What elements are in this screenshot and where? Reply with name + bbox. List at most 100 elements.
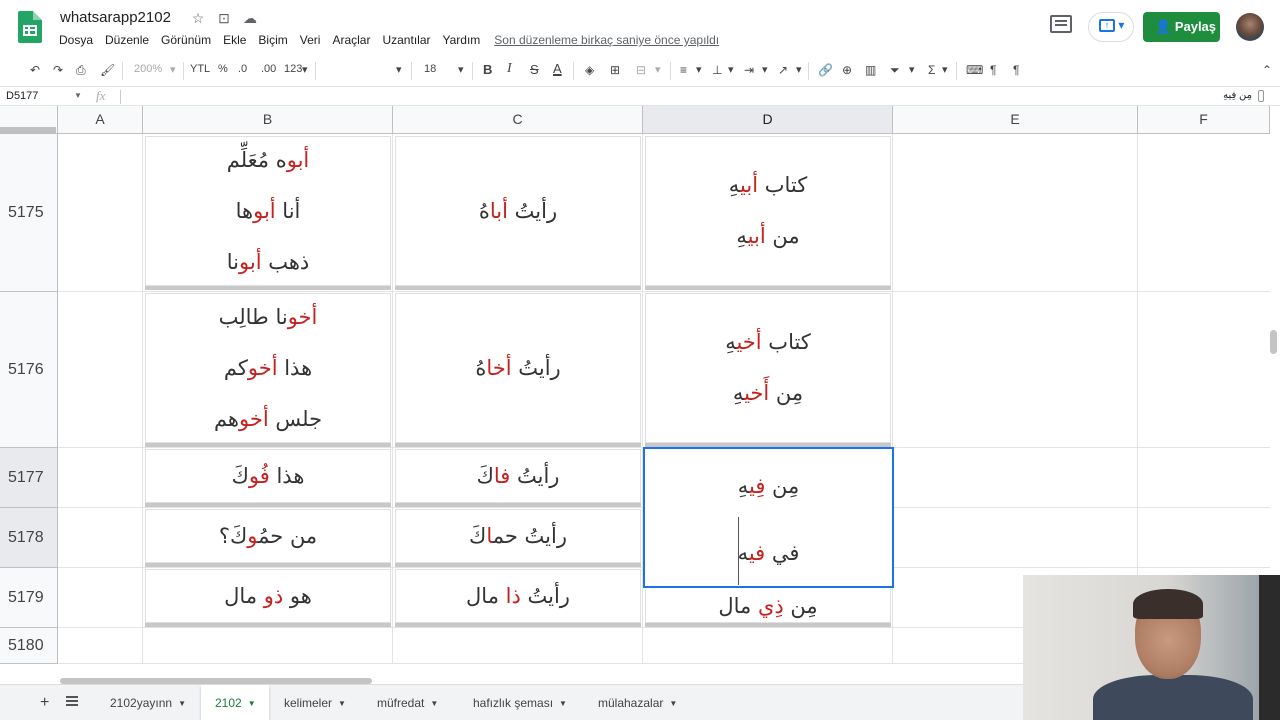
sheet-tab-2102yayinn[interactable]: 2102yayınn ▼ [96, 685, 200, 720]
column-header-b[interactable]: B [143, 106, 393, 134]
cell-c5177[interactable]: رأيتُ فاكَ [395, 449, 641, 503]
cloud-icon[interactable]: ☁ [242, 10, 258, 27]
folder-move-icon[interactable]: ⊡ [216, 10, 232, 27]
paint-format-icon[interactable]: 🖌 [100, 63, 115, 77]
text-wrap-icon[interactable]: ⇥ [744, 63, 754, 77]
column-header-c[interactable]: C [393, 106, 643, 134]
row-header-5176[interactable]: 5176 [0, 292, 58, 448]
select-all-corner[interactable] [0, 106, 58, 134]
sheet-tab-2102[interactable]: 2102 ▼ [201, 685, 269, 720]
last-edit-link[interactable]: Son düzenleme birkaç saniye önce yapıldı [494, 33, 719, 47]
ltr-icon[interactable]: ¶ [990, 63, 996, 77]
chevron-down-icon: ▾ [796, 64, 802, 76]
cell-d5177-editing[interactable]: مِن فِيهِ في فيه [645, 449, 892, 587]
comment-icon[interactable] [1050, 15, 1072, 33]
cell-b5178[interactable]: من حمُوكَ؟ [145, 509, 391, 563]
formula-input[interactable]: مِن فِيهِ [1223, 90, 1252, 101]
row-header-5179[interactable]: 5179 [0, 568, 58, 628]
increase-decimal-button[interactable]: .00 [261, 63, 276, 75]
italic-button[interactable]: I [507, 61, 512, 77]
functions-icon[interactable]: Σ [928, 63, 935, 77]
sheet-tab-mufredat[interactable]: müfredat ▼ [363, 685, 459, 720]
document-title[interactable]: whatsarapp2102 [60, 9, 171, 26]
cell-d5179[interactable]: مِن ذِي مال [645, 589, 891, 623]
font-size-select[interactable]: 18 [424, 63, 436, 75]
filter-icon[interactable]: ⏷ [890, 63, 900, 78]
row-header-5178[interactable]: 5178 [0, 508, 58, 568]
redo-icon[interactable]: ↷ [53, 63, 63, 77]
link-icon[interactable]: 🔗 [818, 63, 833, 77]
sheet-tab-mulahazalar[interactable]: mülahazalar ▼ [585, 685, 695, 720]
fill-color-icon[interactable]: ◈ [585, 63, 594, 77]
undo-icon[interactable]: ↶ [30, 63, 40, 77]
cell-b5175[interactable]: أبوه مُعَلِّم أنا أبوها ذهب أبونا [145, 136, 391, 286]
name-box[interactable]: D5177 [6, 90, 38, 102]
vertical-scrollbar[interactable] [1270, 330, 1277, 354]
column-header-f[interactable]: F [1138, 106, 1270, 134]
menu-format[interactable]: Biçim [258, 33, 287, 47]
star-icon[interactable]: ☆ [190, 10, 206, 27]
zoom-select[interactable]: 200% [134, 63, 162, 75]
cell-d5176[interactable]: كتاب أخيهِ مِن أَخيهِ [645, 293, 891, 443]
percent-button[interactable]: % [218, 63, 228, 75]
sheet-tab-kelimeler[interactable]: kelimeler ▼ [270, 685, 362, 720]
rtl-icon[interactable]: ¶ [1013, 63, 1019, 77]
cell-c5178[interactable]: رأيتُ حماكَ [395, 509, 641, 563]
present-button[interactable]: ↑ ▾ [1088, 12, 1134, 42]
text-color-button[interactable]: A [553, 61, 562, 76]
chevron-down-icon: ▾ [458, 64, 464, 76]
menu-bar: Dosya Düzenle Görünüm Ekle Biçim Veri Ar… [59, 33, 719, 47]
sheets-logo-icon[interactable] [18, 11, 42, 43]
borders-icon[interactable]: ⊞ [610, 63, 620, 77]
cell-line: مِن ذِي مال [718, 593, 818, 618]
chevron-down-icon: ▾ [762, 64, 768, 76]
chevron-down-icon: ▾ [302, 64, 308, 76]
cell-c5175[interactable]: رأيتُ أباهُ [395, 136, 641, 286]
input-tools-icon[interactable]: ⌨ [966, 63, 983, 77]
align-vertical-icon[interactable]: ⊥ [712, 63, 722, 77]
menu-view[interactable]: Görünüm [161, 33, 211, 47]
text-rotation-icon[interactable]: ↗ [778, 63, 788, 77]
row-header-5180[interactable]: 5180 [0, 628, 58, 664]
expand-formula-icon[interactable] [1258, 90, 1264, 102]
collapse-toolbar-icon[interactable]: ⌃ [1262, 63, 1272, 77]
menu-edit[interactable]: Düzenle [105, 33, 149, 47]
avatar[interactable] [1236, 13, 1264, 41]
menu-extensions[interactable]: Uzantılar [382, 33, 430, 47]
cell-b5176[interactable]: أخونا طالِب هذا أخوكم جلس أخوهم [145, 293, 391, 443]
column-header-d[interactable]: D [643, 106, 893, 134]
cell-b5177[interactable]: هذا فُوكَ [145, 449, 391, 503]
cell-line: من حمُوكَ؟ [218, 524, 318, 548]
cell-c5179[interactable]: رأيتُ ذا مال [395, 569, 641, 623]
merge-cells-icon[interactable]: ⊟ [636, 63, 646, 77]
font-family-select[interactable]: ▾ [396, 63, 402, 76]
share-button[interactable]: 👤 Paylaş [1143, 12, 1220, 42]
chevron-down-icon[interactable]: ▼ [74, 91, 82, 100]
add-sheet-icon[interactable]: + [40, 694, 49, 712]
menu-file[interactable]: Dosya [59, 33, 93, 47]
sheet-tab-hafizlik-semasi[interactable]: hafızlık şeması ▼ [460, 685, 584, 720]
print-icon[interactable]: ⎙ [76, 63, 86, 78]
menu-help[interactable]: Yardım [443, 33, 481, 47]
row-header-5177[interactable]: 5177 [0, 448, 58, 508]
bold-button[interactable]: B [483, 62, 492, 77]
more-formats-button[interactable]: 123 [284, 63, 302, 75]
insert-chart-icon[interactable]: ▥ [865, 63, 876, 77]
cell-line: كتاب أخيهِ [725, 330, 811, 354]
cell-line: هذا فُوكَ [231, 464, 305, 488]
all-sheets-icon[interactable] [66, 696, 78, 706]
align-horizontal-icon[interactable]: ≡ [680, 63, 687, 77]
cell-d5175[interactable]: كتاب أبيهِ من أبيهِ [645, 136, 891, 286]
row-header-5175[interactable]: 5175 [0, 134, 58, 292]
decrease-decimal-button[interactable]: .0 [238, 63, 247, 75]
menu-insert[interactable]: Ekle [223, 33, 246, 47]
menu-tools[interactable]: Araçlar [332, 33, 370, 47]
currency-button[interactable]: YTL [190, 63, 210, 75]
menu-data[interactable]: Veri [300, 33, 321, 47]
column-header-a[interactable]: A [58, 106, 143, 134]
column-header-e[interactable]: E [893, 106, 1138, 134]
strikethrough-button[interactable]: S [530, 62, 539, 77]
cell-b5179[interactable]: هو ذو مال [145, 569, 391, 623]
cell-c5176[interactable]: رأيتُ أخاهُ [395, 293, 641, 443]
insert-comment-icon[interactable]: ⊕ [842, 63, 852, 77]
